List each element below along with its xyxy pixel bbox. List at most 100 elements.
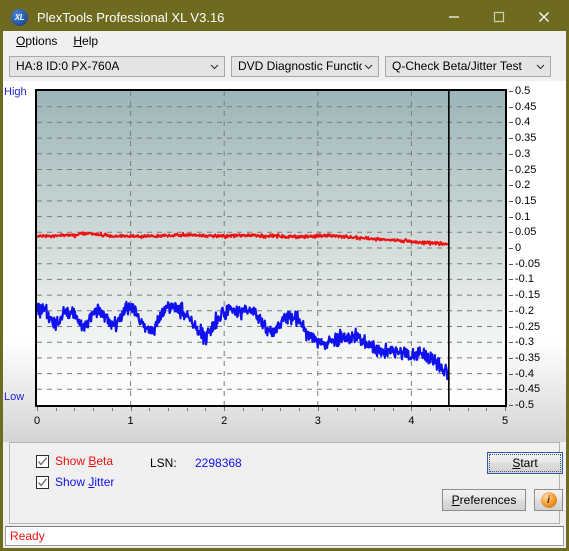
- x-minor-tick: [168, 408, 170, 411]
- plextools-window: XL PlexTools Professional XL V3.16 Optio…: [0, 0, 569, 551]
- x-minor-tick: [373, 408, 375, 411]
- window-controls: [431, 3, 566, 31]
- plot-area[interactable]: [35, 89, 507, 407]
- y-tick-mark: [509, 91, 513, 92]
- drive-select[interactable]: HA:8 ID:0 PX-760A: [9, 55, 225, 77]
- y-tick-mark: [509, 373, 513, 375]
- y-tick-label: 0.25: [515, 163, 537, 176]
- minimize-button[interactable]: [431, 3, 476, 31]
- x-minor-tick: [261, 408, 263, 411]
- y-tick-mark: [509, 232, 513, 234]
- status-bar: Ready: [5, 526, 564, 546]
- title-bar: XL PlexTools Professional XL V3.16: [3, 3, 566, 31]
- y-tick-mark: [509, 357, 513, 359]
- menu-item-options-label: ptions: [25, 34, 58, 48]
- y-tick-mark: [509, 279, 513, 281]
- y-tick-mark: [509, 200, 513, 202]
- y-tick-mark: [509, 106, 513, 108]
- info-button[interactable]: i: [534, 489, 563, 511]
- x-minor-tick: [317, 408, 319, 411]
- preferences-button-label: Preferences: [451, 493, 517, 507]
- function-select[interactable]: DVD Diagnostic Functions: [231, 55, 379, 77]
- xl-app-icon: XL: [11, 8, 28, 26]
- y-tick-label: 0.05: [515, 226, 537, 239]
- show-jitter-label: Show Jitter: [55, 475, 115, 489]
- y-tick-label: 0.4: [515, 116, 531, 129]
- chart-panel: High Low 0.5 0.45 0.4 0.35 0.3 0.25 0.2 0.15 0.1…: [3, 81, 566, 442]
- menu-item-help-label: elp: [82, 34, 99, 48]
- x-minor-tick: [355, 408, 357, 411]
- start-button[interactable]: Start: [487, 452, 563, 474]
- y-tick-mark: [509, 138, 513, 140]
- x-minor-tick: [224, 408, 226, 411]
- y-tick-label: 0.3: [515, 147, 531, 160]
- y-tick-mark: [509, 310, 513, 312]
- x-tick-label: 2: [221, 415, 228, 427]
- x-minor-tick: [280, 408, 282, 411]
- y-tick-label: -0.3: [515, 336, 534, 349]
- controls-group: Show Beta Show Jitter LSN: 2298368 Start…: [9, 442, 563, 524]
- y-tick-mark: [509, 169, 513, 171]
- x-tick-label: 1: [127, 415, 134, 427]
- y-tick-mark: [509, 295, 513, 297]
- x-tick-label: 5: [501, 415, 509, 427]
- test-select[interactable]: Q-Check Beta/Jitter Test: [385, 55, 551, 77]
- menu-item-help[interactable]: Help: [65, 32, 106, 50]
- app-icon-text: XL: [14, 12, 25, 22]
- menu-item-options[interactable]: Options: [8, 32, 65, 50]
- close-button[interactable]: [521, 3, 566, 31]
- lsn-value: 2298368: [195, 456, 242, 470]
- lsn-label: LSN:: [150, 456, 177, 470]
- status-text: Ready: [10, 529, 45, 543]
- y-tick-mark: [509, 342, 513, 344]
- x-minor-tick: [205, 408, 207, 411]
- show-jitter-checkbox[interactable]: [36, 475, 49, 489]
- x-minor-tick: [74, 408, 76, 411]
- y-tick-label: -0.15: [515, 289, 541, 302]
- y-tick-label: 0: [515, 242, 522, 254]
- show-beta-label: Show Beta: [55, 454, 114, 468]
- window-title: PlexTools Professional XL V3.16: [37, 9, 225, 25]
- y-tick-label: -0.1: [515, 273, 534, 286]
- x-minor-tick: [411, 408, 413, 411]
- test-select-value: Q-Check Beta/Jitter Test: [392, 59, 522, 73]
- y-tick-label: -0.25: [515, 320, 541, 333]
- y-tick-mark: [509, 263, 513, 265]
- x-tick-label: 3: [314, 415, 321, 427]
- y-tick-mark: [509, 216, 513, 218]
- drive-select-value: HA:8 ID:0 PX-760A: [16, 59, 120, 73]
- checkmark-icon: [38, 477, 48, 487]
- y-tick-label: 0.15: [515, 194, 537, 207]
- checkmark-icon: [38, 456, 48, 466]
- x-minor-tick: [186, 408, 188, 411]
- y-tick-label: -0.45: [515, 383, 541, 396]
- chevron-down-icon: [210, 64, 219, 69]
- toolbar: HA:8 ID:0 PX-760A DVD Diagnostic Functio…: [3, 51, 566, 81]
- preferences-button[interactable]: Preferences: [442, 489, 526, 511]
- y-tick-label: -0.5: [515, 399, 534, 411]
- x-minor-tick: [505, 408, 506, 411]
- x-minor-tick: [93, 408, 95, 411]
- function-select-value: DVD Diagnostic Functions: [238, 59, 362, 73]
- axis-label-high: High: [4, 86, 27, 98]
- maximize-button[interactable]: [476, 3, 521, 31]
- show-jitter-row[interactable]: Show Jitter: [36, 475, 114, 489]
- y-tick-label: -0.4: [515, 367, 534, 380]
- x-minor-tick: [448, 408, 450, 411]
- y-tick-label: 0.1: [515, 210, 531, 223]
- plot-svg: [37, 91, 505, 405]
- show-beta-checkbox[interactable]: [36, 454, 49, 468]
- y-tick-label: 0.35: [515, 132, 537, 145]
- y-tick-mark: [509, 389, 513, 391]
- x-minor-tick: [37, 408, 38, 411]
- info-icon: i: [540, 492, 557, 508]
- show-beta-row[interactable]: Show Beta: [36, 454, 113, 468]
- info-icon-glyph: i: [547, 494, 550, 506]
- x-minor-tick: [55, 408, 57, 411]
- x-minor-tick: [486, 408, 488, 411]
- y-tick-label: 0.5: [515, 85, 531, 97]
- chevron-down-icon: [364, 64, 373, 69]
- y-tick-label: 0.45: [515, 100, 537, 113]
- focus-ring: [489, 454, 561, 472]
- chevron-down-icon: [536, 64, 545, 69]
